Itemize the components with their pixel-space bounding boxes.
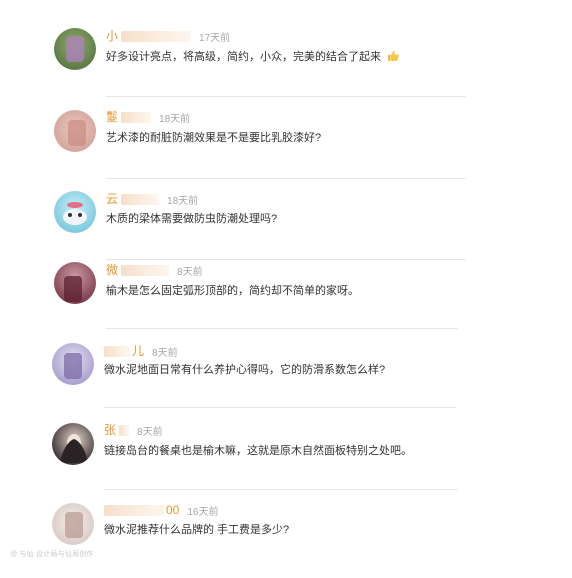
avatar[interactable] bbox=[52, 423, 94, 465]
divider bbox=[106, 259, 466, 260]
commenter-name[interactable]: 云 bbox=[106, 191, 118, 207]
commenter-name[interactable]: 00 bbox=[166, 502, 179, 518]
comment-text: 微水泥地面日常有什么养护心得吗，它的防滑系数怎么样? bbox=[104, 364, 386, 376]
comment-time: 18天前 bbox=[167, 195, 199, 207]
comment-item: 00 16天前 微水泥推荐什么品牌的 手工费是多少? bbox=[0, 498, 572, 578]
comment-text: 微水泥推荐什么品牌的 手工费是多少? bbox=[104, 524, 290, 536]
comment-time: 8天前 bbox=[152, 347, 178, 359]
name-redaction bbox=[119, 424, 130, 436]
avatar[interactable] bbox=[52, 343, 94, 385]
comment-time: 18天前 bbox=[159, 113, 191, 125]
divider bbox=[106, 328, 458, 329]
divider bbox=[106, 178, 466, 179]
divider bbox=[106, 96, 466, 97]
name-redaction bbox=[104, 504, 164, 516]
comment-text: 好多设计亮点，将高级，简约，小众，完美的结合了起来 bbox=[106, 49, 399, 65]
commenter-name[interactable]: 鬉 bbox=[106, 109, 118, 125]
comment-text: 艺术漆的耐脏防潮效果是不是要比乳胶漆好? bbox=[106, 132, 322, 144]
commenter-name[interactable]: 微 bbox=[106, 262, 118, 278]
comment-time: 8天前 bbox=[137, 426, 163, 438]
avatar[interactable] bbox=[54, 110, 96, 152]
commenter-name[interactable]: 儿 bbox=[132, 343, 144, 359]
comment-item: 小 17天前 好多设计亮点，将高级，简约，小众，完美的结合了起来 bbox=[0, 18, 572, 98]
comment-text-content: 好多设计亮点，将高级，简约，小众，完美的结合了起来 bbox=[106, 51, 381, 63]
name-redaction bbox=[121, 30, 192, 42]
comment-text: 木质的梁体需要做防虫防潮处理吗? bbox=[106, 213, 278, 225]
commenter-name[interactable]: 小 bbox=[106, 28, 118, 44]
avatar[interactable] bbox=[54, 191, 96, 233]
comment-time: 8天前 bbox=[177, 266, 203, 278]
watermark: @ 与仙 设计局与仙局创作 bbox=[10, 551, 94, 558]
avatar[interactable] bbox=[52, 503, 94, 545]
cartoon-avatar-icon bbox=[63, 202, 87, 225]
comment-item: 微 8天前 榆木是怎么固定弧形顶部的，简约却不简单的家呀。 bbox=[0, 262, 572, 342]
comment-time: 16天前 bbox=[187, 506, 219, 518]
avatar[interactable] bbox=[54, 262, 96, 304]
comment-text: 榆木是怎么固定弧形顶部的，简约却不简单的家呀。 bbox=[106, 285, 359, 297]
name-redaction bbox=[121, 111, 152, 123]
comment-item: 张 8天前 链接岛台的餐桌也是榆木嘛，这就是原木自然面板特别之处吧。 bbox=[0, 418, 572, 498]
comment-item: 云 18天前 木质的梁体需要做防虫防潮处理吗? bbox=[0, 182, 572, 262]
comment-text: 链接岛台的餐桌也是榆木嘛，这就是原木自然面板特别之处吧。 bbox=[104, 445, 412, 457]
comment-item: 鬉 18天前 艺术漆的耐脏防潮效果是不是要比乳胶漆好? bbox=[0, 100, 572, 180]
name-redaction bbox=[121, 193, 160, 205]
thumbs-up-icon bbox=[388, 51, 399, 61]
divider bbox=[104, 407, 456, 408]
avatar[interactable] bbox=[54, 28, 96, 70]
divider bbox=[104, 489, 458, 490]
name-redaction bbox=[121, 264, 170, 276]
comment-item: 儿 8天前 微水泥地面日常有什么养护心得吗，它的防滑系数怎么样? bbox=[0, 338, 572, 418]
portrait-avatar-icon bbox=[60, 434, 88, 463]
commenter-name[interactable]: 张 bbox=[104, 422, 116, 438]
comment-time: 17天前 bbox=[199, 32, 231, 44]
name-redaction bbox=[104, 345, 130, 357]
